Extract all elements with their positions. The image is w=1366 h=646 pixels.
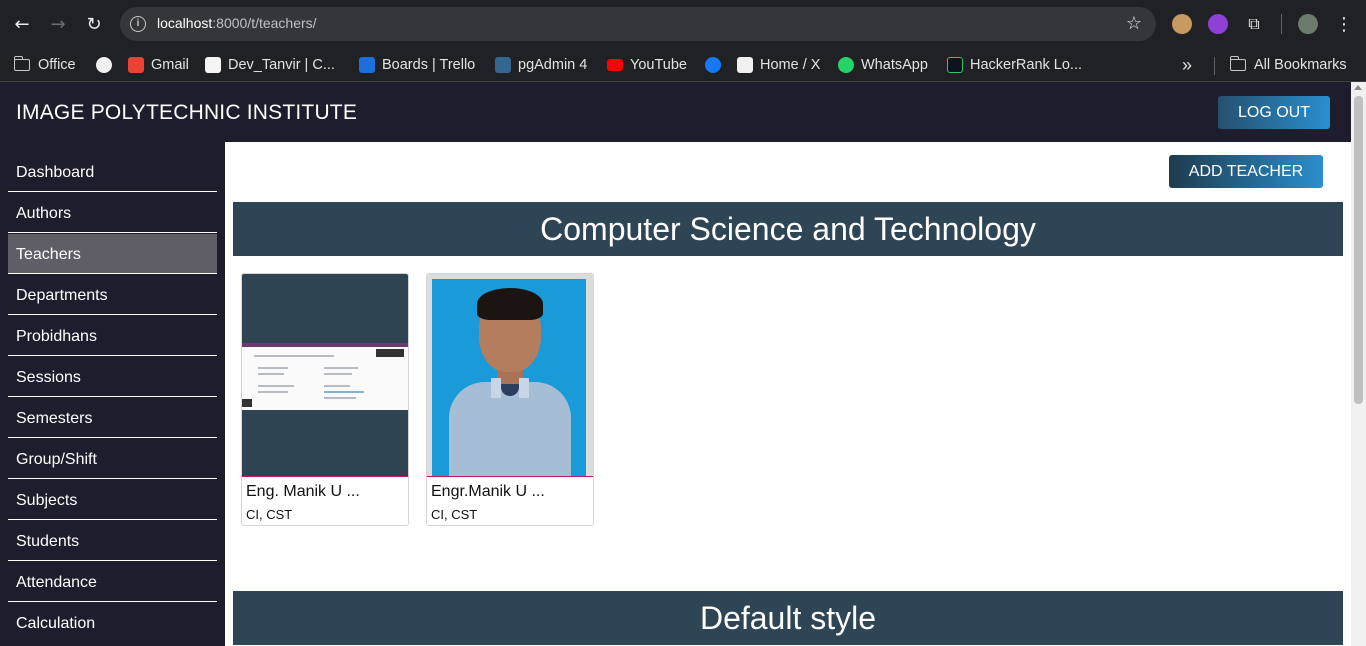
- forward-icon[interactable]: →: [46, 12, 70, 36]
- screenshot-thumbnail: [242, 343, 408, 410]
- github-icon: [96, 57, 112, 73]
- bookmarks-divider: [1214, 57, 1215, 75]
- all-bookmarks-folder[interactable]: All Bookmarks: [1229, 55, 1347, 75]
- bookmark-star-icon[interactable]: ☆: [1126, 13, 1142, 34]
- teacher-meta: CI, CST: [246, 507, 293, 522]
- reload-icon[interactable]: ↻: [82, 12, 106, 36]
- bookmark-youtube[interactable]: YouTube: [607, 55, 687, 75]
- department-heading: Default style: [233, 591, 1343, 645]
- sidebar-item-students[interactable]: Students: [8, 521, 217, 561]
- trello-icon: [359, 57, 375, 73]
- sidebar-item-departments[interactable]: Departments: [8, 275, 217, 315]
- bookmark-hackerrank[interactable]: HackerRank Lo...: [947, 55, 1082, 75]
- extensions-puzzle-icon[interactable]: ⧉: [1242, 12, 1266, 36]
- bookmark-x[interactable]: Home / X: [737, 55, 820, 75]
- pgadmin-icon: [495, 57, 511, 73]
- teacher-name: Engr.Manik U ...: [431, 483, 545, 500]
- teacher-name: Eng. Manik U ...: [246, 483, 360, 500]
- teacher-meta: CI, CST: [431, 507, 478, 522]
- browser-toolbar: ← → ↻ i localhost:8000/t/teachers/ ☆ ⧉ ⋮: [0, 0, 1366, 48]
- whatsapp-icon: [838, 57, 854, 73]
- sidebar-item-dashboard[interactable]: Dashboard: [8, 152, 217, 192]
- dev-icon: [205, 57, 221, 73]
- bookmark-dev[interactable]: Dev_Tanvir | C...: [205, 55, 335, 75]
- extension-spy-icon[interactable]: [1172, 14, 1192, 34]
- bookmark-trello[interactable]: Boards | Trello: [359, 55, 475, 75]
- scrollbar-thumb[interactable]: [1354, 96, 1363, 404]
- app-title: IMAGE POLYTECHNIC INSTITUTE: [16, 101, 358, 124]
- teacher-card[interactable]: Engr.Manik U ... CI, CST: [426, 273, 594, 526]
- sidebar-item-sessions[interactable]: Sessions: [8, 357, 217, 397]
- bookmark-facebook[interactable]: [705, 55, 728, 75]
- main-content: ADD TEACHER Computer Science and Technol…: [225, 142, 1351, 646]
- menu-kebab-icon[interactable]: ⋮: [1332, 12, 1356, 36]
- sidebar-item-probidhans[interactable]: Probidhans: [8, 316, 217, 356]
- address-bar[interactable]: i localhost:8000/t/teachers/ ☆: [120, 7, 1156, 41]
- folder-icon: [13, 56, 30, 71]
- sidebar-item-calculation[interactable]: Calculation: [8, 603, 217, 643]
- profile-avatar[interactable]: [1298, 14, 1318, 34]
- more-bookmarks-chevron-icon[interactable]: »: [1182, 55, 1192, 75]
- app-header: IMAGE POLYTECHNIC INSTITUTE LOG OUT: [0, 82, 1351, 142]
- toolbar-divider: [1281, 14, 1282, 34]
- sidebar-item-teachers[interactable]: Teachers: [8, 234, 217, 274]
- url-text: localhost:8000/t/teachers/: [157, 15, 317, 31]
- department-heading: Computer Science and Technology: [233, 202, 1343, 256]
- page-scrollbar[interactable]: [1351, 82, 1366, 646]
- back-icon[interactable]: ←: [10, 12, 34, 36]
- gmail-icon: [128, 57, 144, 73]
- bookmark-folder-office[interactable]: Office: [13, 55, 76, 75]
- sidebar: Dashboard Authors Teachers Departments P…: [0, 142, 225, 646]
- teacher-photo: [427, 274, 593, 477]
- logout-button[interactable]: LOG OUT: [1218, 96, 1330, 129]
- bookmarks-bar: Office Gmail Dev_Tanvir | C... Boards | …: [0, 48, 1366, 82]
- bookmark-gmail[interactable]: Gmail: [128, 55, 189, 75]
- sidebar-item-subjects[interactable]: Subjects: [8, 480, 217, 520]
- sidebar-item-attendance[interactable]: Attendance: [8, 562, 217, 602]
- facebook-icon: [705, 57, 721, 73]
- bookmark-github[interactable]: [96, 55, 119, 75]
- sidebar-item-group-shift[interactable]: Group/Shift: [8, 439, 217, 479]
- folder-icon: [1229, 56, 1246, 71]
- bookmark-pgadmin[interactable]: pgAdmin 4: [495, 55, 587, 75]
- sidebar-item-semesters[interactable]: Semesters: [8, 398, 217, 438]
- add-teacher-button[interactable]: ADD TEACHER: [1169, 155, 1323, 188]
- extension-purple-icon[interactable]: [1208, 14, 1228, 34]
- bookmark-whatsapp[interactable]: WhatsApp: [838, 55, 928, 75]
- teacher-card[interactable]: Eng. Manik U ... CI, CST: [241, 273, 409, 526]
- hackerrank-icon: [947, 57, 963, 73]
- sidebar-item-authors[interactable]: Authors: [8, 193, 217, 233]
- teacher-photo: [242, 274, 408, 477]
- scroll-up-icon[interactable]: [1354, 85, 1362, 90]
- site-info-icon[interactable]: i: [130, 16, 146, 32]
- youtube-icon: [607, 59, 623, 71]
- x-icon: [737, 57, 753, 73]
